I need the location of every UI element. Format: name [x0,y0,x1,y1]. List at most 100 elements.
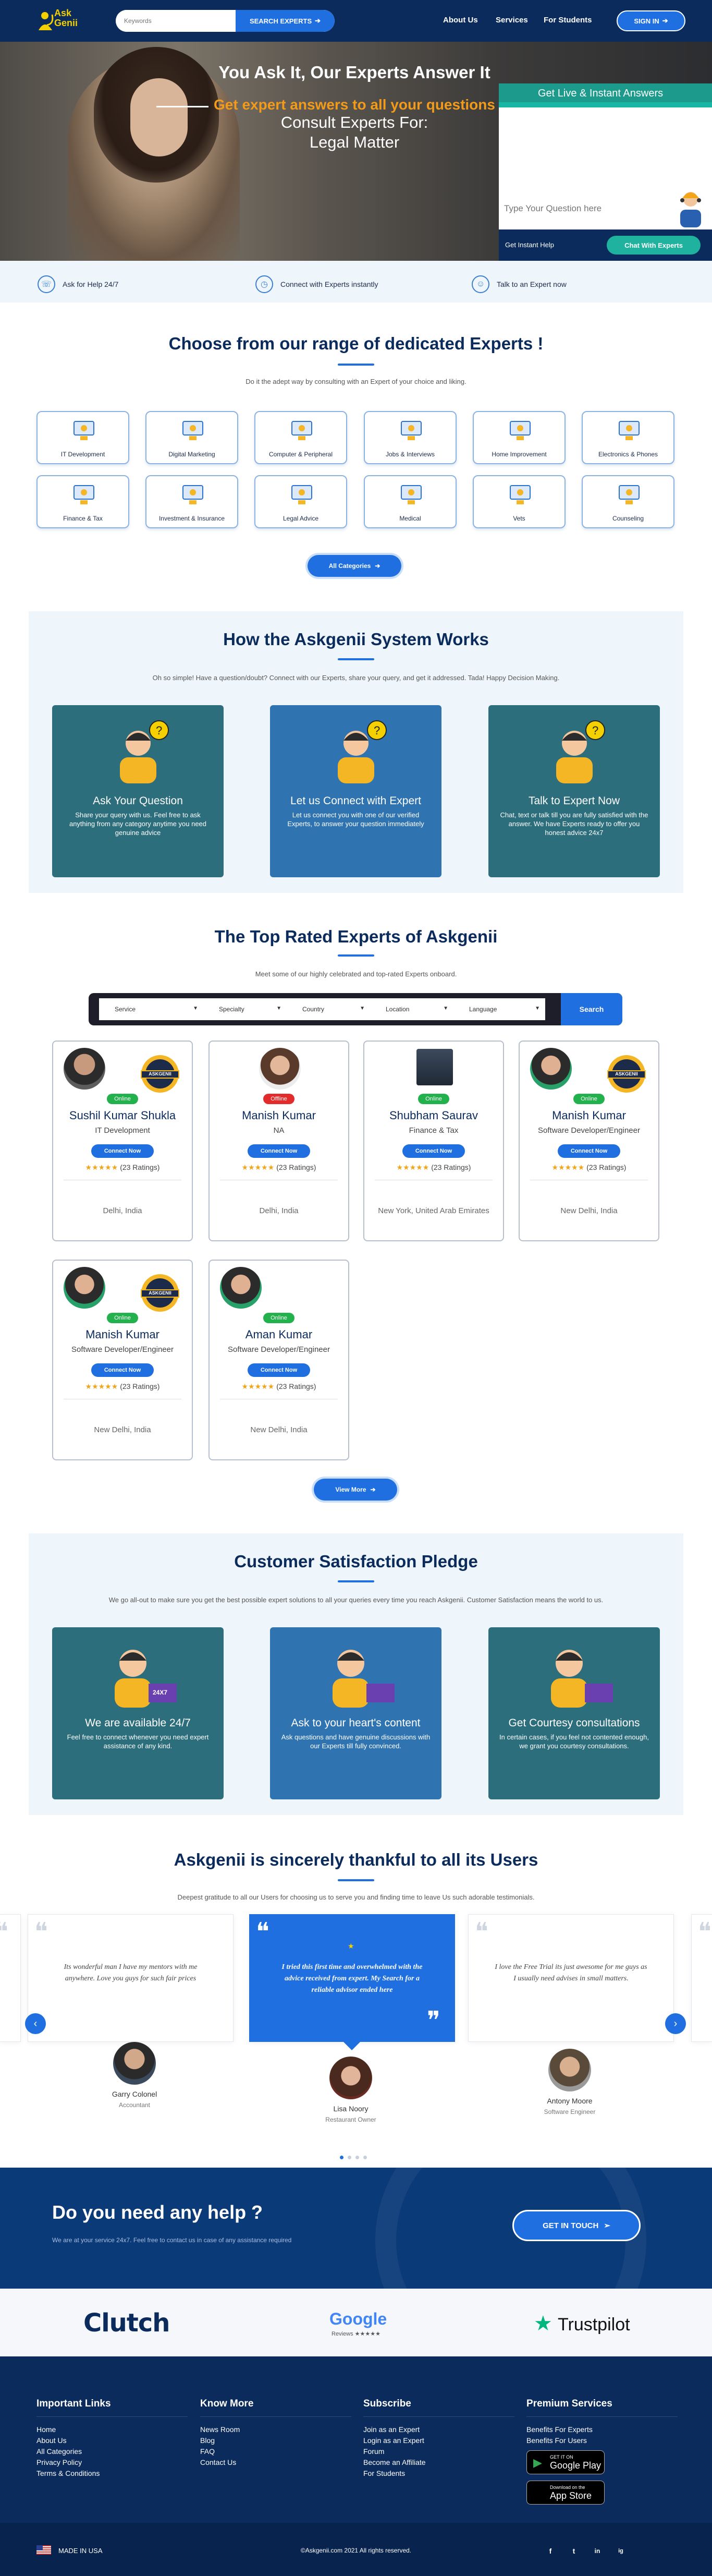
footer-link[interactable]: Benefits For Users [526,2436,587,2445]
how-title: How the Askgenii System Works [223,630,489,649]
expert-name[interactable]: Manish Kumar [53,1328,192,1341]
arrow-right-icon: ➔ [375,562,380,570]
category-card[interactable]: Investment & Insurance [145,475,238,528]
category-card[interactable]: Finance & Tax [36,475,129,528]
carousel-dot-active[interactable] [340,2156,343,2159]
connect-now-button[interactable]: Connect Now [91,1144,154,1158]
category-card[interactable]: Home Improvement [473,411,566,464]
expert-name[interactable]: Shubham Saurav [364,1109,503,1122]
footer-link[interactable]: Login as an Expert [363,2436,424,2445]
instagram-icon[interactable]: ig [615,2545,627,2557]
carousel-dot[interactable] [348,2156,351,2159]
clutch-logo[interactable]: Clutch [83,2308,170,2338]
filter-country[interactable]: Country ▼ [287,998,370,1020]
footer-link[interactable]: Become an Affiliate [363,2458,426,2466]
linkedin-icon[interactable]: in [592,2545,603,2557]
strip-item: ◷ Connect with Experts instantly [255,275,378,293]
footer-link[interactable]: About Us [36,2436,67,2445]
divider [363,2416,514,2417]
google-logo[interactable]: Google [329,2309,387,2329]
category-card[interactable]: Vets [473,475,566,528]
expert-name[interactable]: Aman Kumar [210,1328,348,1341]
filter-location[interactable]: Location ▼ [370,998,453,1020]
category-card[interactable]: Jobs & Interviews [364,411,457,464]
expert-card[interactable]: Offline Manish Kumar NA Connect Now ★★★★★ (2… [208,1041,349,1241]
carousel-dot[interactable] [363,2156,367,2159]
footer-link[interactable]: FAQ [200,2447,215,2456]
footer-link[interactable]: Privacy Policy [36,2458,82,2466]
keyword-input[interactable] [116,10,236,32]
nav-services[interactable]: Services [496,16,528,25]
app-store-badge[interactable]: Download on the App Store [526,2481,605,2505]
people-talk-icon: ☺ [472,275,489,293]
google-play-badge[interactable]: ▶ GET IT ON Google Play [526,2450,605,2474]
question-input[interactable]: Type Your Question here [504,203,601,214]
carousel-next-button[interactable]: › [665,2013,686,2034]
nav-about-us[interactable]: About Us [443,16,478,25]
footer-heading: Subscribe [363,2398,411,2409]
category-label: Computer & Peripheral [268,451,333,458]
expert-name[interactable]: Manish Kumar [210,1109,348,1122]
category-card[interactable]: Computer & Peripheral [254,411,347,464]
expert-search-button[interactable]: Search [561,993,622,1025]
sign-in-button[interactable]: SIGN IN ➔ [617,10,685,31]
star-rating-icon: ★★★★★ [396,1163,429,1171]
category-card[interactable]: Digital Marketing [145,411,238,464]
nav-for-students[interactable]: For Students [544,16,592,25]
footer-link[interactable]: Join as an Expert [363,2425,420,2434]
star-rating-icon: ★★★★★ [85,1382,118,1390]
expert-name[interactable]: Sushil Kumar Shukla [53,1109,192,1122]
how-step-card: ? Ask Your Question Share your query with … [52,705,224,877]
category-card[interactable]: IT Development [36,411,129,464]
help-subtitle: We are at your service 24x7. Feel free t… [52,2236,292,2244]
category-card[interactable]: Electronics & Phones [582,411,674,464]
connect-now-button[interactable]: Connect Now [91,1363,154,1377]
footer-link[interactable]: News Room [200,2425,240,2434]
footer-link[interactable]: All Categories [36,2447,82,2456]
view-more-button[interactable]: View More ➔ [314,1479,397,1501]
footer-link[interactable]: Benefits For Experts [526,2425,593,2434]
chat-with-experts-button[interactable]: Chat With Experts [607,236,701,255]
askgenii-logo[interactable]: Ask Genii [36,5,83,37]
pledge-subtitle: We go all-out to make sure you get the b… [108,1596,604,1604]
connect-now-button[interactable]: Connect Now [402,1144,465,1158]
expert-card[interactable]: Online Shubham Saurav Finance & Tax Connect… [363,1041,504,1241]
filter-language[interactable]: Language ▼ [453,998,545,1020]
footer-link[interactable]: Contact Us [200,2458,236,2466]
connect-now-button[interactable]: Connect Now [248,1144,310,1158]
carousel-dot[interactable] [355,2156,359,2159]
footer-link[interactable]: Terms & Conditions [36,2469,100,2477]
get-in-touch-button[interactable]: GET IN TOUCH ➢ [512,2210,641,2241]
expert-card[interactable]: ASKGENII Online Sushil Kumar Shukla IT Deve… [52,1041,193,1241]
pledge-text: Ask questions and have genuine discussio… [281,1733,431,1750]
shield-icon [180,482,206,507]
expert-rating: ★★★★★ (23 Ratings) [53,1163,192,1172]
footer-link[interactable]: For Students [363,2469,405,2477]
expert-card[interactable]: Online Aman Kumar Software Developer/Engin… [208,1260,349,1460]
connect-now-button[interactable]: Connect Now [248,1363,310,1377]
trustpilot-logo[interactable]: Trustpilot [558,2315,630,2335]
tax-icon [71,482,97,507]
footer-link[interactable]: Blog [200,2436,215,2445]
footer-link[interactable]: Forum [363,2447,384,2456]
category-card[interactable]: Medical [364,475,457,528]
search-experts-button[interactable]: SEARCH EXPERTS ➔ [236,10,335,32]
carousel-prev-button[interactable]: ‹ [25,2013,46,2034]
all-categories-button[interactable]: All Categories ➔ [308,555,401,577]
hero-consult: Consult Experts For: [280,113,428,131]
filter-specialty[interactable]: Specialty ▼ [203,998,287,1020]
connect-now-button[interactable]: Connect Now [558,1144,620,1158]
filter-service[interactable]: Service ▼ [99,998,203,1020]
ask-question-icon [309,1635,403,1708]
expert-card[interactable]: ASKGENII Online Manish Kumar Software Devel… [52,1260,193,1460]
expert-card[interactable]: ASKGENII Online Manish Kumar Software Devel… [519,1041,659,1241]
expert-name[interactable]: Manish Kumar [520,1109,658,1122]
testimonials-subtitle: Deepest gratitude to all our Users for c… [177,1893,535,1901]
twitter-icon[interactable]: t [568,2545,580,2557]
divider [526,2416,678,2417]
category-card[interactable]: Legal Advice [254,475,347,528]
facebook-icon[interactable]: f [545,2545,556,2557]
strip-label: Talk to an Expert now [497,280,567,288]
category-card[interactable]: Counseling [582,475,674,528]
footer-link[interactable]: Home [36,2425,56,2434]
